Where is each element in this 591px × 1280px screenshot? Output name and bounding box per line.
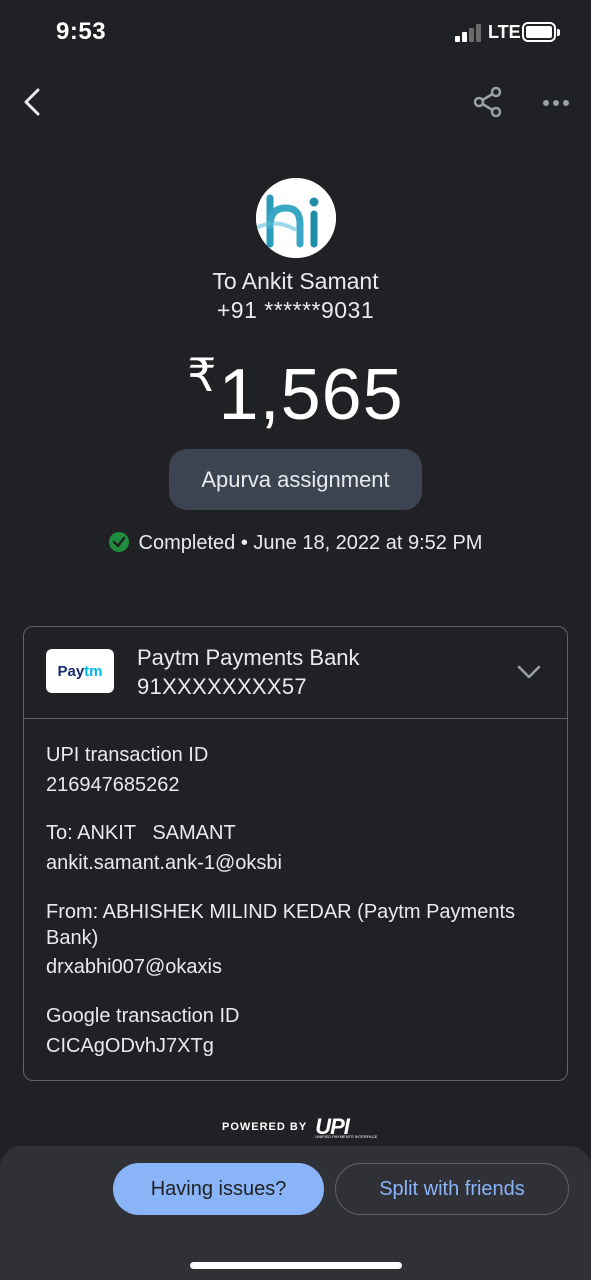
split-with-friends-button[interactable]: Split with friends xyxy=(335,1163,569,1215)
signal-icon xyxy=(455,24,483,42)
google-transaction-id-value: CICAgODvhJ7XTg xyxy=(46,1035,214,1057)
powered-by-upi: POWERED BY UPI UNIFIED PAYMENTS INTERFAC… xyxy=(222,1113,378,1141)
share-button[interactable] xyxy=(472,86,504,118)
amount-value: 1,565 xyxy=(218,355,404,435)
having-issues-button[interactable]: Having issues? xyxy=(113,1163,324,1215)
chevron-down-icon[interactable] xyxy=(514,657,544,687)
status-time: 9:53 xyxy=(56,18,107,45)
payment-status: Completed • June 18, 2022 at 9:52 PM xyxy=(0,532,591,555)
from-label: From: ABHISHEK MILIND KEDAR (Paytm Payme… xyxy=(46,901,515,949)
back-button[interactable] xyxy=(18,86,50,118)
bank-account-row[interactable]: Pay tm Paytm Payments Bank 91XXXXXXXX57 xyxy=(24,627,567,719)
from-upi-id: drxabhi007@okaxis xyxy=(46,956,222,978)
paytm-logo: Pay tm xyxy=(46,649,114,693)
home-indicator[interactable] xyxy=(190,1262,402,1269)
bank-name: Paytm Payments Bank xyxy=(137,645,360,670)
google-transaction-id-label: Google transaction ID xyxy=(46,1005,240,1027)
more-options-button[interactable] xyxy=(540,88,572,118)
payment-amount: ₹1,565 xyxy=(0,348,591,436)
recipient-avatar xyxy=(256,178,336,258)
avatar-logo-icon xyxy=(256,178,336,258)
payment-datetime: June 18, 2022 at 9:52 PM xyxy=(253,532,483,554)
upi-transaction-id-label: UPI transaction ID xyxy=(46,744,209,766)
to-label: To: ANKIT SAMANT xyxy=(46,822,236,844)
status-separator: • xyxy=(240,532,248,554)
status-text: Completed xyxy=(138,532,236,554)
to-upi-id: ankit.samant.ank-1@oksbi xyxy=(46,852,282,874)
share-icon xyxy=(473,86,502,118)
bank-account-number: 91XXXXXXXX57 xyxy=(137,674,307,699)
powered-by-text: POWERED BY xyxy=(222,1121,308,1133)
chevron-left-icon xyxy=(24,88,40,116)
battery-icon xyxy=(522,22,560,42)
recipient-phone: +91 ******9031 xyxy=(216,297,375,323)
recipient-name: To Ankit Samant xyxy=(212,268,379,294)
status-bar: 9:53 LTE xyxy=(0,0,591,64)
payment-note: Apurva assignment xyxy=(169,449,422,510)
currency-symbol: ₹ xyxy=(187,349,217,401)
bottom-action-sheet: Having issues? Split with friends xyxy=(0,1146,591,1280)
check-circle-icon xyxy=(108,532,129,552)
upi-logo: UPI UNIFIED PAYMENTS INTERFACE xyxy=(315,1114,378,1139)
network-type: LTE xyxy=(488,22,521,42)
more-horizontal-icon xyxy=(543,100,569,106)
upi-transaction-id-value: 216947685262 xyxy=(46,774,180,796)
transaction-details-card: Pay tm Paytm Payments Bank 91XXXXXXXX57 U… xyxy=(23,626,568,1081)
